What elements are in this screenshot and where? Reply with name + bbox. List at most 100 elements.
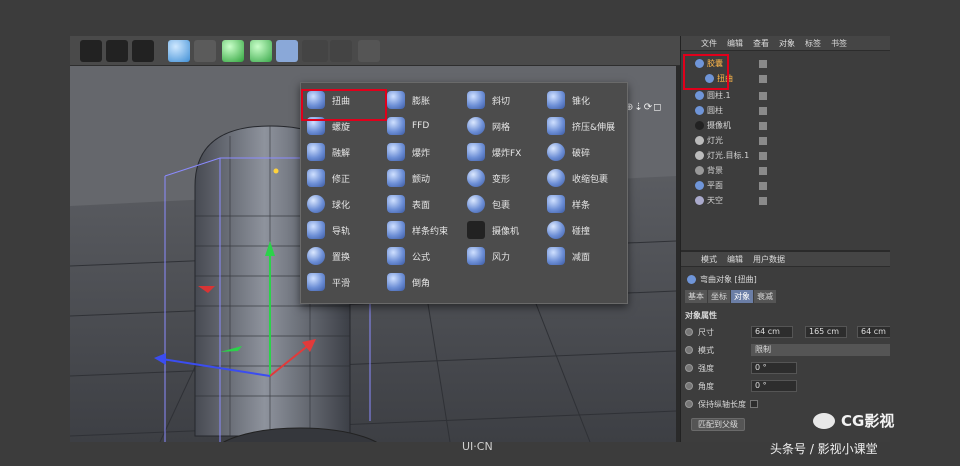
object-row-background[interactable]: 背景 [681, 163, 890, 178]
background-icon [695, 166, 704, 175]
menu-item-shatter[interactable]: 破碎 [547, 141, 627, 163]
menu-item-taper[interactable]: 锥化 [547, 89, 627, 111]
array-icon[interactable] [250, 40, 272, 62]
object-manager-menubar: 文件 编辑 查看 对象 标签 书签 [681, 36, 890, 51]
visibility-flag[interactable] [759, 182, 767, 190]
menu-item-ffd[interactable]: FFD [387, 115, 467, 137]
menu-item-explosion[interactable]: 爆炸 [387, 141, 467, 163]
size-z-field[interactable]: 64 cm [857, 326, 890, 338]
cube-icon[interactable] [168, 40, 190, 62]
subdivision-icon[interactable] [222, 40, 244, 62]
menu-item-formula[interactable]: 公式 [387, 245, 467, 267]
menu-item-squash-stretch[interactable]: 挤压&伸展 [547, 115, 627, 137]
source-watermark: 头条号 / 影视小课堂 [770, 442, 878, 456]
surface-icon [387, 195, 405, 213]
menu-edit[interactable]: 编辑 [727, 38, 743, 49]
menu-item-displacer[interactable]: 置换 [307, 245, 387, 267]
menu-item-jiggle[interactable]: 颤动 [387, 167, 467, 189]
menu-item-spline[interactable]: 样条 [547, 193, 627, 215]
menu-item-spline-wrap[interactable]: 样条约束 [387, 219, 467, 241]
object-row-sky[interactable]: 天空 [681, 193, 890, 208]
menu-edit[interactable]: 编辑 [727, 254, 743, 265]
size-x-field[interactable]: 64 cm [751, 326, 793, 338]
size-y-field[interactable]: 165 cm [805, 326, 847, 338]
object-row-cylinder-1[interactable]: 圆柱.1 [681, 88, 890, 103]
sky-icon [695, 196, 704, 205]
keep-length-checkbox[interactable] [750, 400, 758, 408]
animate-toggle[interactable] [685, 400, 693, 408]
menu-item-polygon-reduction[interactable]: 减面 [547, 245, 627, 267]
menu-tags[interactable]: 标签 [805, 38, 821, 49]
menu-item-bulge[interactable]: 膨胀 [387, 89, 467, 111]
3d-viewport[interactable]: ⊕⇣⟳◻ 扭曲 螺旋 融解 修正 球化 导轨 置换 平滑 膨胀 FFD 爆炸 颤… [70, 66, 676, 442]
tab-coord[interactable]: 坐标 [708, 290, 730, 303]
visibility-flag[interactable] [759, 197, 767, 205]
menu-item-explosion-fx[interactable]: 爆炸FX [467, 141, 547, 163]
cinema4d-window: ⊕⇣⟳◻ 扭曲 螺旋 融解 修正 球化 导轨 置换 平滑 膨胀 FFD 爆炸 颤… [70, 36, 890, 442]
render-icon[interactable] [106, 40, 128, 62]
squash-stretch-icon [547, 117, 565, 135]
menu-item-melt[interactable]: 融解 [307, 141, 387, 163]
visibility-flag[interactable] [759, 92, 767, 100]
light-target-icon [695, 151, 704, 160]
deformer-icon[interactable] [276, 40, 298, 62]
object-row-bend[interactable]: 扭曲 [681, 71, 890, 86]
menu-item-bevel[interactable]: 倒角 [387, 271, 467, 293]
visibility-flag[interactable] [759, 152, 767, 160]
visibility-flag[interactable] [759, 122, 767, 130]
menu-item-correction[interactable]: 修正 [307, 167, 387, 189]
menu-item-shrink-wrap[interactable]: 收缩包裹 [547, 167, 627, 189]
animate-toggle[interactable] [685, 364, 693, 372]
animate-toggle[interactable] [685, 346, 693, 354]
visibility-flag[interactable] [759, 167, 767, 175]
menu-item-surface[interactable]: 表面 [387, 193, 467, 215]
menu-user-data[interactable]: 用户数据 [753, 254, 785, 265]
object-row-light[interactable]: 灯光 [681, 133, 890, 148]
visibility-flag[interactable] [759, 107, 767, 115]
tab-basic[interactable]: 基本 [685, 290, 707, 303]
menu-item-collision[interactable]: 碰撞 [547, 219, 627, 241]
menu-mode[interactable]: 模式 [701, 254, 717, 265]
menu-item-bend[interactable]: 扭曲 [307, 89, 387, 111]
menu-item-spherify[interactable]: 球化 [307, 193, 387, 215]
light-icon[interactable] [358, 40, 380, 62]
scene-icon[interactable] [302, 40, 328, 62]
animate-toggle[interactable] [685, 382, 693, 390]
menu-item-mesh[interactable]: 网格 [467, 115, 547, 137]
menu-item-wrap[interactable]: 包裹 [467, 193, 547, 215]
menu-file[interactable]: 文件 [701, 38, 717, 49]
menu-item-morph[interactable]: 变形 [467, 167, 547, 189]
visibility-flag[interactable] [759, 137, 767, 145]
object-row-plane[interactable]: 平面 [681, 178, 890, 193]
menu-item-rail[interactable]: 导轨 [307, 219, 387, 241]
object-row-capsule[interactable]: 胶囊 [681, 56, 890, 71]
mode-select[interactable]: 限制 [751, 344, 890, 356]
menu-item-twist[interactable]: 螺旋 [307, 115, 387, 137]
viewport-nav-icons[interactable]: ⊕⇣⟳◻ [625, 102, 662, 113]
angle-field[interactable]: 0 ° [751, 380, 797, 392]
strength-field[interactable]: 0 ° [751, 362, 797, 374]
menu-objects[interactable]: 对象 [779, 38, 795, 49]
animate-toggle[interactable] [685, 328, 693, 336]
object-row-cylinder[interactable]: 圆柱 [681, 103, 890, 118]
morph-icon [467, 169, 485, 187]
wind-icon [467, 247, 485, 265]
render-view-icon[interactable] [80, 40, 102, 62]
menu-bookmarks[interactable]: 书签 [831, 38, 847, 49]
tab-object[interactable]: 对象 [731, 290, 753, 303]
menu-item-camera[interactable]: 摄像机 [467, 219, 547, 241]
camera-icon[interactable] [330, 40, 352, 62]
object-row-camera[interactable]: 摄像机 [681, 118, 890, 133]
camera-deformer-icon [467, 221, 485, 239]
fit-to-parent-button[interactable]: 匹配到父级 [691, 418, 745, 431]
render-settings-icon[interactable] [132, 40, 154, 62]
tab-falloff[interactable]: 衰减 [754, 290, 776, 303]
visibility-flag[interactable] [759, 60, 767, 68]
menu-item-smoothing[interactable]: 平滑 [307, 271, 387, 293]
visibility-flag[interactable] [759, 75, 767, 83]
menu-view[interactable]: 查看 [753, 38, 769, 49]
menu-item-shear[interactable]: 斜切 [467, 89, 547, 111]
object-row-light-target[interactable]: 灯光.目标.1 [681, 148, 890, 163]
menu-item-wind[interactable]: 风力 [467, 245, 547, 267]
pen-icon[interactable] [194, 40, 216, 62]
